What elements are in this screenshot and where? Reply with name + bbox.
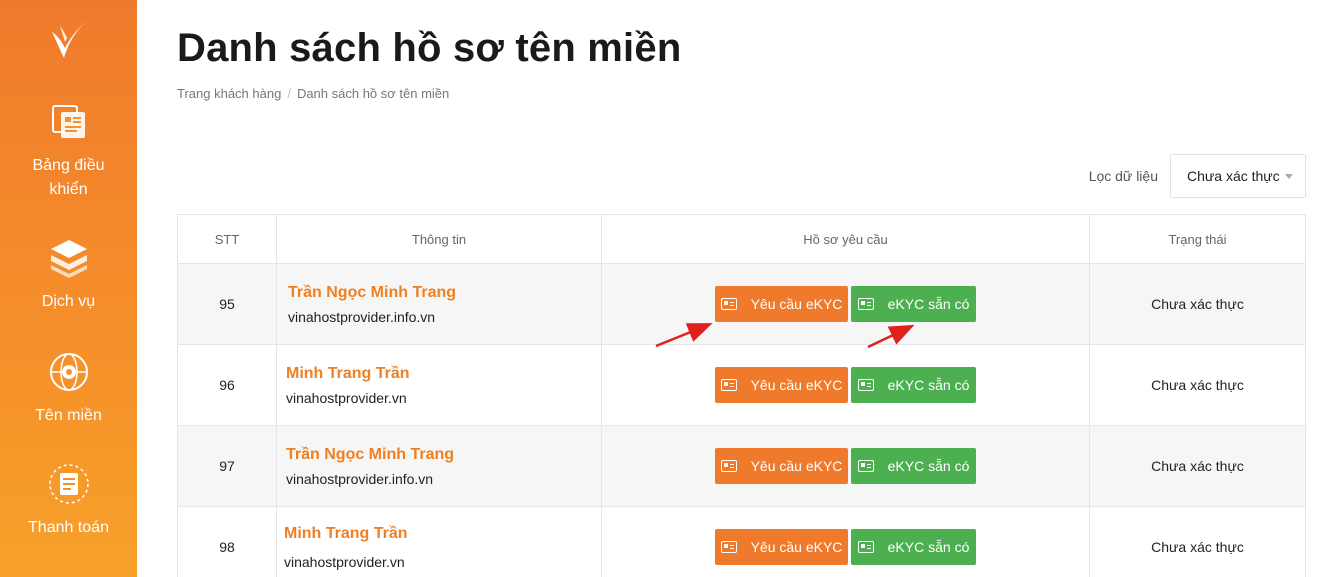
table-row: 95 Trần Ngọc Minh Trang vinahostprovider… <box>178 264 1306 345</box>
contact-name-link[interactable]: Minh Trang Trần <box>284 524 408 544</box>
contact-name-link[interactable]: Minh Trang Trần <box>286 364 410 384</box>
breadcrumb-home-link[interactable]: Trang khách hàng <box>177 86 281 101</box>
sidebar-item-payment[interactable]: Thanh toán <box>0 462 137 540</box>
button-label: Yêu cầu eKYC <box>750 377 843 393</box>
button-label: eKYC sẵn có <box>887 296 970 312</box>
button-label: Yêu cầu eKYC <box>750 458 843 474</box>
domain-name: vinahostprovider.info.vn <box>286 470 434 487</box>
breadcrumb-separator: / <box>287 86 291 101</box>
app-window: Bảng điều khiển Dịch vụ Tên miền Thanh t… <box>0 0 1339 577</box>
button-label: Yêu cầu eKYC <box>750 296 843 312</box>
table-row: 97 Trần Ngọc Minh Trang vinahostprovider… <box>178 426 1306 507</box>
row-status: Chưa xác thực <box>1090 345 1306 425</box>
row-actions: Yêu cầu eKYC eKYC sẵn có <box>602 264 1090 344</box>
id-card-icon <box>720 379 737 391</box>
domain-profile-table: STT Thông tin Hồ sơ yêu cầu Trạng thái 9… <box>177 214 1306 577</box>
chevron-down-icon <box>1285 174 1293 179</box>
request-ekyc-button[interactable]: Yêu cầu eKYC <box>715 448 848 484</box>
sidebar-item-label: Tên miền <box>35 407 102 424</box>
table-header-row: STT Thông tin Hồ sơ yêu cầu Trạng thái <box>178 215 1306 264</box>
breadcrumb-current: Danh sách hồ sơ tên miền <box>296 86 450 101</box>
invoice-icon <box>48 464 89 504</box>
column-header-info: Thông tin <box>277 215 602 263</box>
row-info: Minh Trang Trần vinahostprovider.vn <box>277 345 602 425</box>
row-status: Chưa xác thực <box>1090 507 1306 577</box>
id-card-icon <box>720 460 737 472</box>
sidebar-item-label: Dịch vụ <box>41 293 96 310</box>
row-info: Trần Ngọc Minh Trang vinahostprovider.in… <box>277 264 602 344</box>
row-info: Trần Ngọc Minh Trang vinahostprovider.in… <box>277 426 602 506</box>
contact-name-link[interactable]: Trần Ngọc Minh Trang <box>286 445 454 465</box>
button-label: eKYC sẵn có <box>887 539 970 555</box>
id-card-icon <box>720 298 737 310</box>
id-card-icon <box>857 460 874 472</box>
dashboard-icon <box>51 105 85 138</box>
available-ekyc-button[interactable]: eKYC sẵn có <box>851 448 976 484</box>
id-card-icon <box>857 379 874 391</box>
domain-name: vinahostprovider.info.vn <box>288 308 436 325</box>
id-card-icon <box>720 541 737 553</box>
row-info: Minh Trang Trần vinahostprovider.vn <box>277 507 602 577</box>
row-stt: 98 <box>178 507 277 577</box>
column-header-status: Trạng thái <box>1090 215 1306 263</box>
filter-status-select[interactable]: Chưa xác thực <box>1170 154 1306 198</box>
domain-name: vinahostprovider.vn <box>284 553 405 570</box>
row-stt: 96 <box>178 345 277 425</box>
main-content: Danh sách hồ sơ tên miền Trang khách hàn… <box>177 0 1306 577</box>
id-card-icon <box>857 541 874 553</box>
globe-icon <box>49 353 88 391</box>
available-ekyc-button[interactable]: eKYC sẵn có <box>851 367 976 403</box>
available-ekyc-button[interactable]: eKYC sẵn có <box>851 286 976 322</box>
request-ekyc-button[interactable]: Yêu cầu eKYC <box>715 529 848 565</box>
row-stt: 95 <box>178 264 277 344</box>
row-actions: Yêu cầu eKYC eKYC sẵn có <box>602 345 1090 425</box>
domain-name: vinahostprovider.vn <box>286 389 407 406</box>
sidebar-item-label: Thanh toán <box>28 519 109 536</box>
button-label: Yêu cầu eKYC <box>750 539 843 555</box>
table-row: 98 Minh Trang Trần vinahostprovider.vn Y… <box>178 507 1306 577</box>
id-card-icon <box>857 298 874 310</box>
row-stt: 97 <box>178 426 277 506</box>
row-actions: Yêu cầu eKYC eKYC sẵn có <box>602 426 1090 506</box>
column-header-stt: STT <box>178 215 277 263</box>
row-actions: Yêu cầu eKYC eKYC sẵn có <box>602 507 1090 577</box>
request-ekyc-button[interactable]: Yêu cầu eKYC <box>715 286 848 322</box>
row-status: Chưa xác thực <box>1090 426 1306 506</box>
contact-name-link[interactable]: Trần Ngọc Minh Trang <box>288 283 456 303</box>
services-layers-icon <box>50 240 87 278</box>
sidebar-item-services[interactable]: Dịch vụ <box>0 236 137 314</box>
available-ekyc-button[interactable]: eKYC sẵn có <box>851 529 976 565</box>
brand-logo-icon[interactable] <box>46 18 90 62</box>
column-header-request: Hồ sơ yêu cầu <box>602 215 1090 263</box>
filter-selected-value: Chưa xác thực <box>1187 168 1280 184</box>
sidebar-item-domains[interactable]: Tên miền <box>0 350 137 428</box>
sidebar-item-label: Bảng điều khiển <box>32 157 105 198</box>
sidebar-item-dashboard[interactable]: Bảng điều khiển <box>0 100 137 202</box>
breadcrumb: Trang khách hàng / Danh sách hồ sơ tên miề… <box>177 86 449 101</box>
row-status: Chưa xác thực <box>1090 264 1306 344</box>
filter-label: Lọc dữ liệu <box>1088 168 1158 184</box>
sidebar: Bảng điều khiển Dịch vụ Tên miền Thanh t… <box>0 0 137 577</box>
table-row: 96 Minh Trang Trần vinahostprovider.vn Y… <box>178 345 1306 426</box>
button-label: eKYC sẵn có <box>887 458 970 474</box>
button-label: eKYC sẵn có <box>887 377 970 393</box>
page-title: Danh sách hồ sơ tên miền <box>177 26 682 70</box>
request-ekyc-button[interactable]: Yêu cầu eKYC <box>715 367 848 403</box>
filter-bar: Lọc dữ liệu Chưa xác thực <box>1089 154 1306 198</box>
